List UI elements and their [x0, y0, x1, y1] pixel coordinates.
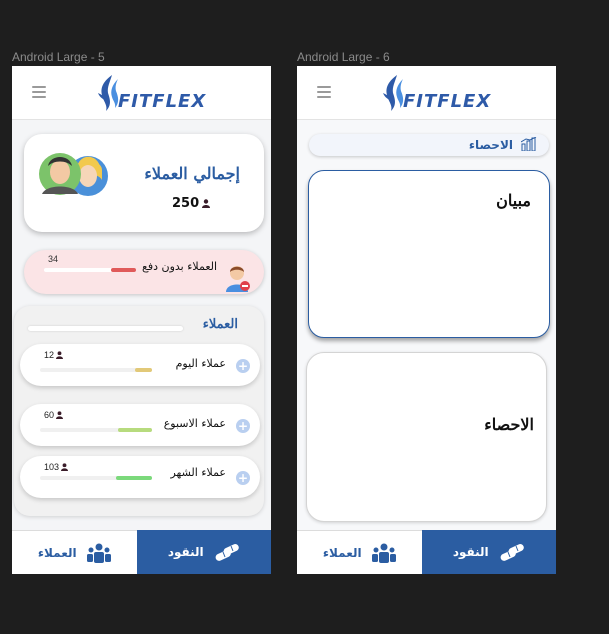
total-clients-card[interactable]: إجمالي العملاء 250: [24, 134, 264, 232]
person-icon: [61, 463, 69, 471]
fitflex-logo: FITFLEX: [94, 73, 205, 115]
logo-text: FITFLEX: [403, 91, 492, 112]
statistics-card-title: الاحصاء: [484, 415, 534, 434]
top-bar: FITFLEX: [297, 66, 556, 120]
clients-avatars-icon: [38, 150, 112, 198]
row-count: 103: [44, 462, 69, 472]
people-icon: [371, 543, 396, 563]
stats-header-bar[interactable]: الاحصاء: [309, 134, 549, 156]
person-icon: [202, 199, 211, 208]
screen-android-large-5: FITFLEX إجمالي العملاء 250 34 العملاء بد…: [12, 66, 271, 574]
row-count-value: 12: [44, 350, 55, 360]
top-bar: FITFLEX: [12, 66, 271, 120]
stats-bar-label: الاحصاء: [468, 138, 513, 152]
row-count-value: 60: [44, 410, 55, 420]
row-label: عملاء الشهر: [170, 466, 226, 479]
unpaid-count: 34: [48, 254, 59, 264]
total-clients-title: إجمالي العملاء: [144, 164, 240, 183]
unpaid-user-icon: [226, 266, 250, 292]
bottom-nav: العملاء النقود: [297, 530, 556, 574]
row-progress-fill: [116, 476, 152, 480]
bar-chart-icon: [521, 137, 537, 151]
stats-content: الاحصاء مبيان الاحصاء: [297, 120, 556, 530]
frame-label-5: Android Large - 5: [12, 50, 105, 64]
money-pills-icon: [500, 544, 524, 561]
dashboard-content: إجمالي العملاء 250 34 العملاء بدون دفع ا…: [12, 120, 271, 530]
frame-label-6: Android Large - 6: [297, 50, 390, 64]
nav-money-tab[interactable]: النقود: [136, 530, 271, 574]
row-count: 60: [44, 410, 64, 420]
clients-header-divider: [28, 326, 183, 331]
unpaid-clients-card[interactable]: 34 العملاء بدون دفع: [24, 250, 264, 294]
add-icon[interactable]: +: [236, 471, 250, 485]
nav-clients-label: العملاء: [37, 545, 77, 560]
row-count-value: 103: [44, 462, 60, 472]
unpaid-progress-fill: [111, 268, 136, 272]
money-pills-icon: [215, 544, 239, 561]
nav-clients-tab[interactable]: العملاء: [297, 530, 422, 574]
chart-card[interactable]: مبيان: [308, 170, 550, 338]
person-icon: [56, 351, 64, 359]
client-row-today[interactable]: 12 عملاء اليوم +: [20, 344, 260, 386]
screen-android-large-6: FITFLEX الاحصاء مبيان الاحصاء العملاء ال…: [297, 66, 556, 574]
row-progress-fill: [135, 368, 152, 372]
statistics-card[interactable]: الاحصاء: [306, 352, 547, 522]
nav-clients-label: العملاء: [322, 545, 362, 560]
clients-panel: العملاء 12 عملاء اليوم + 60 عملاء الاسبو…: [14, 306, 264, 516]
bottom-nav: العملاء النقود: [12, 530, 271, 574]
row-label: عملاء الاسبوع: [163, 417, 226, 430]
nav-money-tab[interactable]: النقود: [421, 530, 556, 574]
add-icon[interactable]: +: [236, 419, 250, 433]
client-row-month[interactable]: 103 عملاء الشهر +: [20, 456, 260, 498]
fitflex-logo: FITFLEX: [379, 73, 490, 115]
nav-money-label: النقود: [452, 545, 489, 559]
row-label: عملاء اليوم: [175, 357, 226, 370]
clients-panel-title: العملاء: [202, 317, 238, 332]
logo-text: FITFLEX: [118, 91, 207, 112]
unpaid-clients-label: العملاء بدون دفع: [142, 260, 218, 273]
total-clients-count: 250: [172, 196, 211, 211]
client-row-week[interactable]: 60 عملاء الاسبوع +: [20, 404, 260, 446]
add-icon[interactable]: +: [236, 359, 250, 373]
people-icon: [86, 543, 111, 563]
total-count-value: 250: [172, 196, 200, 211]
nav-money-label: النقود: [167, 545, 204, 559]
chart-card-title: مبيان: [496, 191, 531, 210]
hamburger-menu-icon[interactable]: [32, 86, 46, 98]
row-count: 12: [44, 350, 64, 360]
hamburger-menu-icon[interactable]: [317, 86, 331, 98]
row-progress-fill: [118, 428, 152, 432]
person-icon: [56, 411, 64, 419]
nav-clients-tab[interactable]: العملاء: [12, 530, 137, 574]
